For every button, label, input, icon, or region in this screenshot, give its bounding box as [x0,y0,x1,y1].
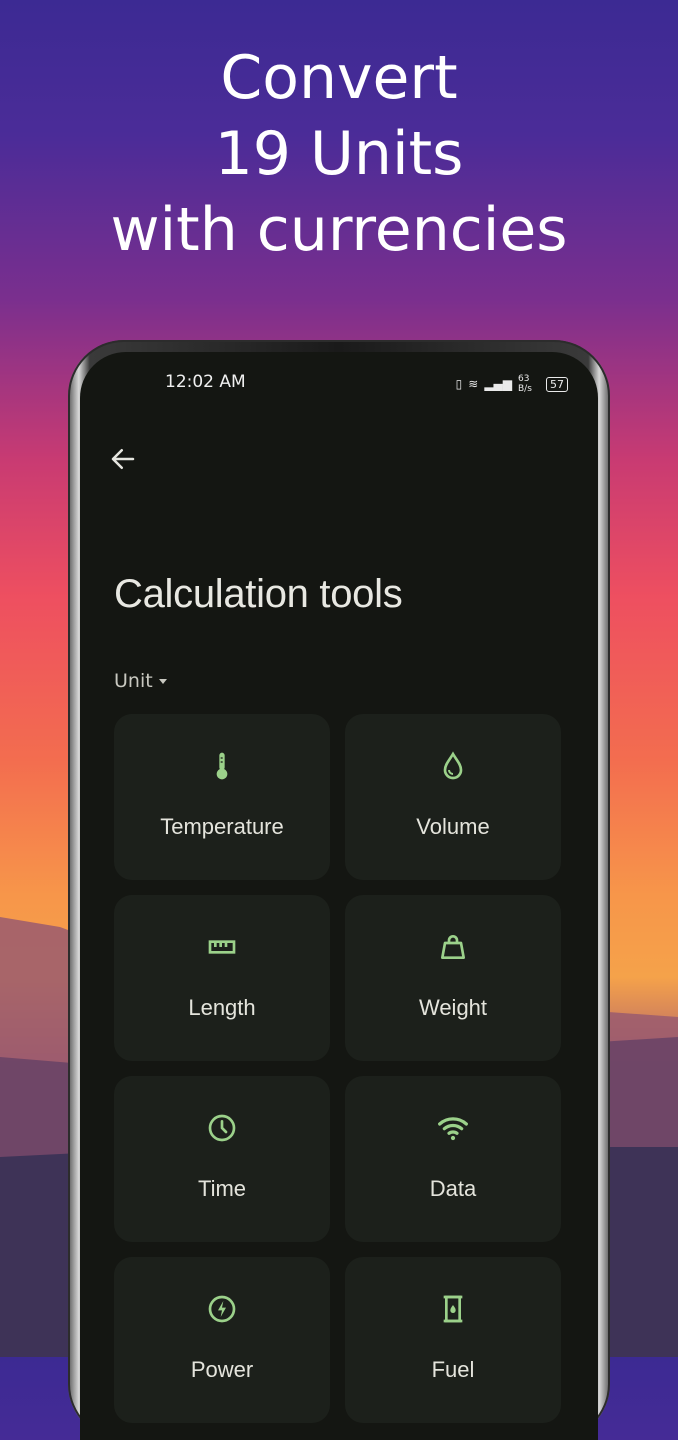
tool-label: Data [429,1176,477,1201]
tool-label: Volume [416,814,490,839]
fuel-barrel-icon [443,1295,463,1323]
vibrate-icon: ▯ [455,377,463,391]
tool-label: Temperature [160,814,284,839]
headline-line-3: with currencies [110,195,568,265]
category-dropdown[interactable]: Unit [114,670,167,692]
headline-line-2: 19 Units [214,119,464,189]
phone-screen: 12:02 AM ▯ ≋ ▂▄▆ 63 B/s 57 Calculation t… [80,352,598,1440]
promo-headline: Convert 19 Units with currencies [0,40,678,268]
back-arrow-icon[interactable] [108,444,138,474]
status-time: 12:02 AM [165,372,246,392]
tool-card-length[interactable]: Length [114,895,330,1061]
tool-label: Time [197,1176,247,1201]
water-drop-icon [443,751,463,780]
category-dropdown-label: Unit [114,670,153,692]
tool-card-time[interactable]: Time [114,1076,330,1242]
tool-card-weight[interactable]: Weight [345,895,561,1061]
net-speed: 63 B/s [518,374,532,394]
tool-label: Length [188,995,256,1020]
weight-bag-icon [441,935,465,959]
bolt-icon [208,1295,236,1323]
phone-frame: 12:02 AM ▯ ≋ ▂▄▆ 63 B/s 57 Calculation t… [68,340,610,1440]
tool-card-fuel[interactable]: Fuel [345,1257,561,1423]
tool-card-data[interactable]: Data [345,1076,561,1242]
tool-label: Fuel [431,1357,475,1382]
wifi-icon [438,1117,468,1141]
tool-card-power[interactable]: Power [114,1257,330,1423]
battery-icon: 57 [546,376,568,392]
headline-line-1: Convert [220,43,458,113]
thermometer-icon [216,752,228,780]
ruler-icon [208,940,236,954]
tool-label: Power [190,1357,254,1382]
tool-card-temperature[interactable]: Temperature [114,714,330,880]
clock-icon [208,1114,236,1142]
status-bar: 12:02 AM ▯ ≋ ▂▄▆ 63 B/s 57 [80,372,598,398]
tool-label: Weight [418,995,488,1020]
page-title: Calculation tools [114,572,403,616]
status-icons: ▯ ≋ ▂▄▆ 63 B/s 57 [456,374,568,394]
dropdown-caret-icon [158,678,167,684]
wifi-status-icon: ≋ [468,377,479,391]
tool-card-volume[interactable]: Volume [345,714,561,880]
signal-icon: ▂▄▆ [484,377,512,391]
